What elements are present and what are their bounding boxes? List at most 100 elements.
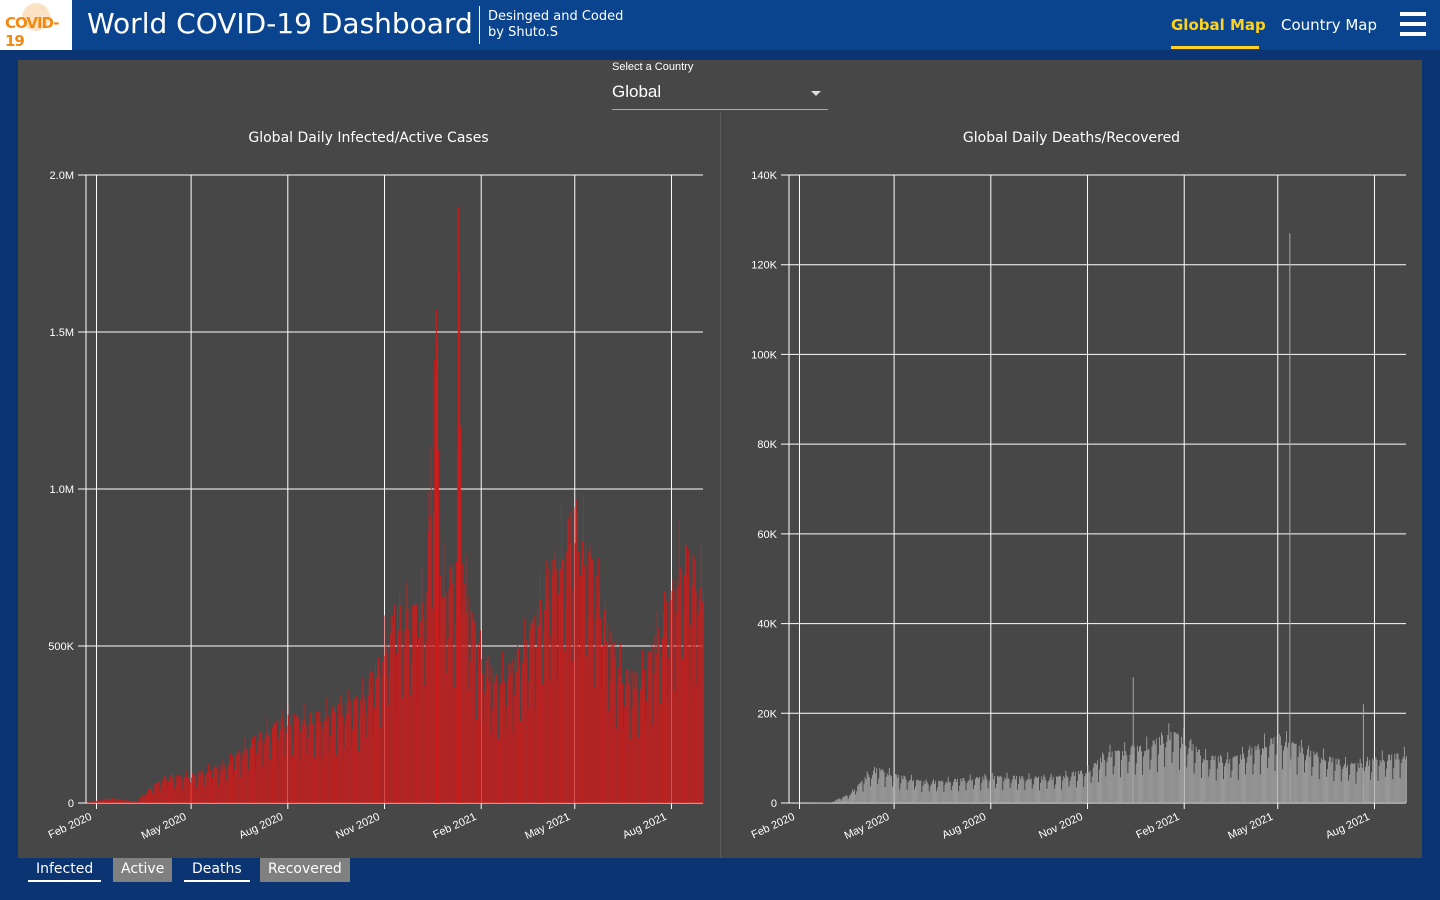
y-tick-label: 20K	[757, 708, 777, 720]
daily-bar	[567, 517, 569, 803]
daily-bar	[1006, 772, 1008, 803]
daily-bar	[1224, 766, 1225, 803]
daily-bar	[1197, 749, 1199, 803]
daily-bar	[419, 603, 421, 803]
daily-bar	[323, 721, 325, 803]
daily-bar	[203, 786, 205, 803]
daily-bar	[1064, 778, 1066, 803]
daily-bar	[139, 797, 141, 803]
daily-bar	[626, 669, 628, 803]
daily-bar	[1322, 748, 1324, 803]
daily-bar	[922, 785, 924, 803]
daily-bar	[1053, 788, 1055, 803]
toggle-infected[interactable]: Infected	[28, 858, 102, 882]
daily-bar	[275, 725, 277, 803]
daily-bar	[358, 751, 360, 803]
daily-bar	[233, 777, 234, 803]
daily-bar	[1240, 759, 1242, 803]
daily-bar	[306, 753, 308, 803]
daily-bar	[351, 729, 353, 803]
daily-bar	[317, 721, 319, 803]
toggle-active[interactable]: Active	[113, 858, 173, 882]
daily-bar	[1191, 750, 1193, 803]
daily-bar	[169, 778, 170, 803]
daily-bar	[97, 800, 99, 803]
daily-bar	[1196, 752, 1198, 803]
toggle-deaths[interactable]: Deaths	[184, 858, 250, 882]
daily-bar	[952, 782, 954, 803]
daily-bar	[96, 800, 98, 803]
daily-bar	[1320, 757, 1322, 803]
daily-bar	[955, 778, 956, 803]
daily-bar	[1202, 762, 1203, 803]
daily-bar	[1343, 764, 1345, 803]
daily-bar	[1212, 756, 1214, 803]
daily-bar	[571, 661, 573, 803]
daily-bar	[915, 786, 916, 803]
daily-bar	[326, 720, 328, 803]
daily-bar	[484, 692, 486, 803]
daily-bar	[201, 770, 203, 803]
daily-bar	[421, 567, 423, 803]
daily-bar	[165, 780, 167, 803]
daily-bar	[1163, 743, 1165, 803]
daily-bar	[1052, 776, 1054, 803]
daily-bar	[578, 656, 580, 803]
daily-bar	[398, 630, 400, 803]
daily-bar	[946, 782, 948, 803]
daily-bar	[414, 600, 416, 803]
daily-bar	[508, 662, 510, 803]
daily-bar	[967, 780, 969, 803]
daily-bar	[404, 630, 406, 803]
x-tick-label: Feb 2021	[1134, 811, 1181, 842]
daily-bar	[1201, 778, 1202, 803]
daily-bar	[869, 786, 871, 803]
daily-bar	[1195, 746, 1197, 803]
daily-bar	[1119, 751, 1120, 803]
daily-bar	[653, 673, 655, 803]
daily-bar	[925, 779, 927, 803]
daily-bar	[113, 799, 115, 803]
daily-bar	[133, 800, 135, 803]
daily-bar	[1275, 754, 1277, 803]
daily-bar	[703, 590, 704, 803]
daily-bar	[860, 782, 862, 803]
daily-bar	[556, 678, 558, 803]
daily-bar	[252, 737, 253, 803]
daily-bar	[656, 610, 658, 803]
daily-bar	[993, 775, 995, 803]
daily-bar	[1188, 748, 1190, 803]
daily-bar	[1126, 755, 1128, 803]
toggle-recovered[interactable]: Recovered	[260, 858, 350, 882]
daily-bar	[1164, 766, 1166, 803]
daily-bar	[222, 759, 224, 803]
daily-bar	[674, 691, 676, 803]
daily-bar	[1111, 751, 1113, 803]
daily-bar	[1325, 760, 1326, 803]
daily-bar	[1103, 754, 1105, 803]
daily-bar	[541, 617, 542, 803]
daily-bar	[1255, 749, 1257, 803]
daily-bar	[352, 698, 354, 803]
daily-bar	[95, 800, 97, 803]
daily-bar	[276, 720, 278, 803]
daily-bar	[636, 690, 638, 803]
daily-bar	[1210, 760, 1212, 803]
daily-bar	[1296, 774, 1298, 803]
daily-bar	[849, 794, 851, 803]
daily-bar	[502, 652, 504, 803]
daily-bar	[562, 559, 563, 803]
daily-bar	[1077, 780, 1078, 803]
spike-bar	[1289, 233, 1291, 804]
daily-bar	[1406, 756, 1407, 803]
daily-bar	[137, 801, 139, 803]
daily-bar	[154, 784, 156, 803]
daily-bar	[94, 801, 96, 803]
daily-bar	[1389, 754, 1391, 803]
daily-bar	[621, 677, 622, 803]
daily-bar	[996, 783, 997, 803]
daily-bar	[1190, 738, 1192, 803]
daily-bar	[1313, 751, 1315, 803]
daily-bar	[597, 558, 599, 803]
daily-bar	[1311, 775, 1313, 803]
